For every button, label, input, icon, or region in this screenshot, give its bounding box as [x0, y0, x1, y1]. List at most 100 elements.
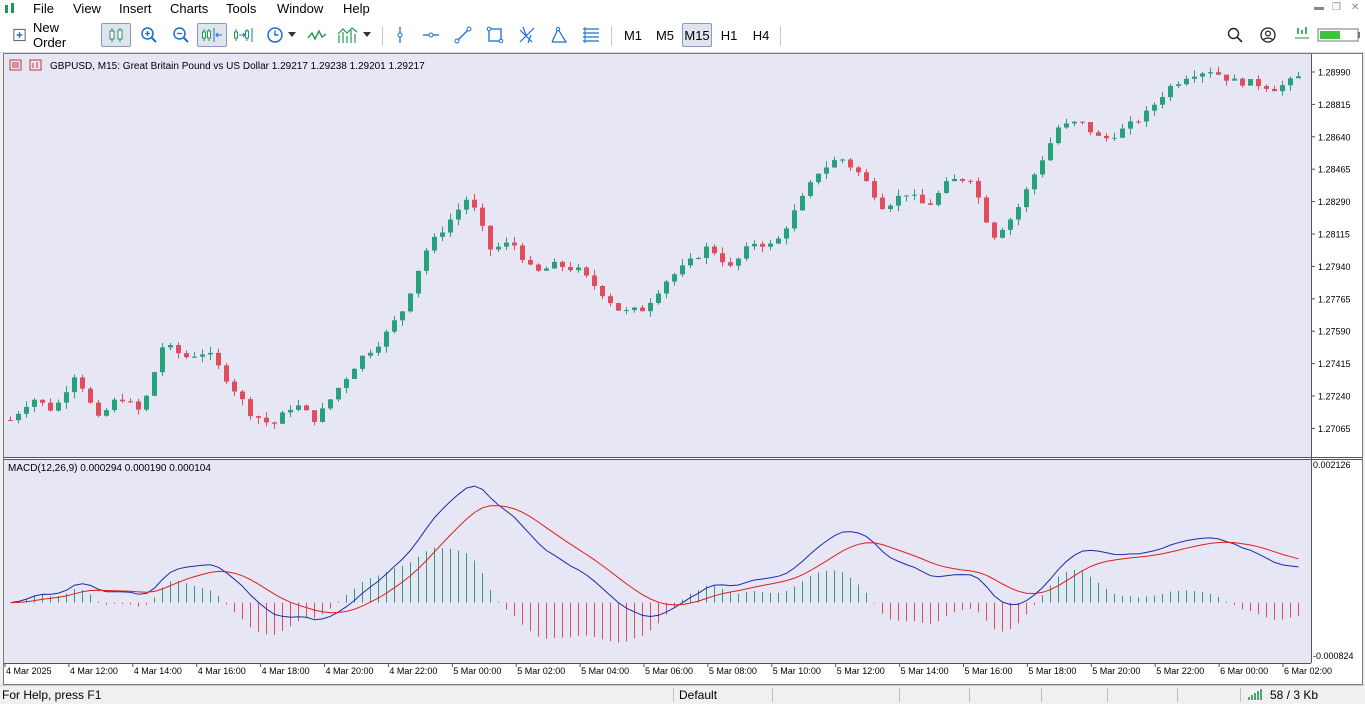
- timeframe-m5[interactable]: M5: [650, 23, 680, 47]
- candle-body: [912, 194, 917, 196]
- candle-body: [1048, 143, 1053, 161]
- candle-body: [1288, 78, 1293, 86]
- candle-body: [608, 296, 613, 304]
- candle-body: [456, 209, 461, 220]
- candle-body: [448, 219, 453, 233]
- candle-body: [512, 242, 517, 246]
- search-icon: [1227, 27, 1243, 43]
- chart-shift-button[interactable]: [197, 23, 227, 47]
- price-tick-label: 1.27415: [1318, 359, 1351, 369]
- candle-body: [1256, 79, 1261, 87]
- restore-icon[interactable]: ❐: [1332, 2, 1341, 13]
- timeframe-m1[interactable]: M1: [618, 23, 648, 47]
- candle-body: [216, 352, 221, 366]
- candle-body: [640, 307, 645, 312]
- price-tick-label: 1.28640: [1318, 132, 1351, 142]
- zoom-out-icon: [173, 27, 189, 43]
- periods-dropdown[interactable]: [262, 23, 300, 47]
- candle-body: [248, 399, 253, 417]
- new-order-button[interactable]: New Order: [8, 20, 96, 50]
- status-profile[interactable]: Default: [679, 688, 717, 702]
- zoom-out-button[interactable]: [168, 23, 194, 47]
- candle-body: [1064, 123, 1069, 128]
- candle-body: [312, 410, 317, 422]
- candle-body: [968, 180, 973, 182]
- status-traffic: 58 / 3 Kb: [1270, 688, 1319, 702]
- status-divider: [899, 688, 900, 702]
- time-tick-label: 5 Mar 00:00: [453, 666, 501, 676]
- timeframe-m15[interactable]: M15: [682, 23, 712, 47]
- candle-body: [488, 225, 493, 250]
- menu-tools[interactable]: Tools: [224, 1, 258, 16]
- menu-charts[interactable]: Charts: [168, 1, 210, 16]
- horizontal-line-button[interactable]: [419, 23, 443, 47]
- candle-body: [464, 199, 469, 210]
- timeframe-h4[interactable]: H4: [746, 23, 776, 47]
- close-icon[interactable]: ✕: [1351, 2, 1359, 13]
- candle-body: [376, 346, 381, 353]
- candle-body: [256, 416, 261, 418]
- battery-indicator: [1316, 23, 1362, 47]
- candle-body: [1088, 122, 1093, 133]
- menu-view[interactable]: View: [71, 1, 103, 16]
- candle-body: [920, 194, 925, 204]
- candle-body: [888, 205, 893, 210]
- status-divider: [1041, 688, 1042, 702]
- candle-body: [688, 258, 693, 266]
- candle-body: [744, 246, 749, 259]
- menu-file[interactable]: File: [31, 1, 56, 16]
- lvl-signal-icon: [1295, 27, 1309, 39]
- indicators-button[interactable]: [304, 23, 330, 47]
- rectangle-icon: [486, 26, 504, 44]
- candle-body: [104, 410, 109, 416]
- price-chart[interactable]: 1.28990 1.28815 1.28640 1.28465 1.28290 1.281…: [4, 54, 1362, 684]
- candle-body: [704, 246, 709, 259]
- chart-shift-icon: [202, 28, 222, 42]
- menu-insert[interactable]: Insert: [117, 1, 154, 16]
- menu-window[interactable]: Window: [275, 1, 325, 16]
- fibonacci-button[interactable]: [515, 23, 539, 47]
- candle-body: [992, 222, 997, 238]
- candle-body: [112, 399, 117, 411]
- candle-body: [1040, 160, 1045, 175]
- candle-body: [128, 401, 133, 403]
- price-pane: [4, 54, 1311, 457]
- candle-body: [1208, 72, 1213, 74]
- candle-body: [1264, 86, 1269, 89]
- candle-body: [1168, 85, 1173, 98]
- candle-body: [1152, 104, 1157, 111]
- candle-body: [384, 331, 389, 347]
- search-button[interactable]: [1224, 23, 1246, 47]
- vertical-line-button[interactable]: [388, 23, 412, 47]
- chart-window[interactable]: 1.28990 1.28815 1.28640 1.28465 1.28290 1.281…: [3, 53, 1363, 685]
- timeframe-h1[interactable]: H1: [714, 23, 744, 47]
- time-tick-label: 4 Mar 2025: [6, 666, 52, 676]
- trend-line-button[interactable]: [451, 23, 475, 47]
- time-tick-label: 4 Mar 12:00: [70, 666, 118, 676]
- templates-dropdown[interactable]: [334, 23, 374, 47]
- zoom-in-icon: [141, 27, 157, 43]
- menu-help[interactable]: Help: [341, 1, 372, 16]
- time-tick-label: 5 Mar 14:00: [901, 666, 949, 676]
- status-bar: For Help, press F1 Default 58 / 3 Kb: [0, 685, 1365, 704]
- candle-body: [144, 395, 149, 410]
- account-button[interactable]: [1257, 23, 1279, 47]
- text-label-button[interactable]: [579, 23, 603, 47]
- candlestick-chart-button[interactable]: [101, 23, 131, 47]
- candle-body: [24, 406, 29, 414]
- pitchfork-button[interactable]: [547, 23, 571, 47]
- candle-body: [720, 253, 725, 263]
- zoom-in-button[interactable]: [136, 23, 162, 47]
- candle-body: [1016, 207, 1021, 220]
- candle-body: [504, 242, 509, 247]
- symbol-label: GBPUSD, M15: Great Britain Pound vs US D…: [50, 61, 425, 72]
- price-tick-label: 1.27590: [1318, 327, 1351, 337]
- candle-body: [16, 413, 21, 421]
- indicator-icon: [307, 29, 327, 41]
- candle-body: [136, 401, 141, 410]
- auto-scroll-button[interactable]: [231, 23, 257, 47]
- candle-body: [864, 172, 869, 182]
- rectangle-button[interactable]: [483, 23, 507, 47]
- minimize-icon[interactable]: ▬: [1314, 2, 1324, 13]
- lines-icon: [583, 27, 599, 43]
